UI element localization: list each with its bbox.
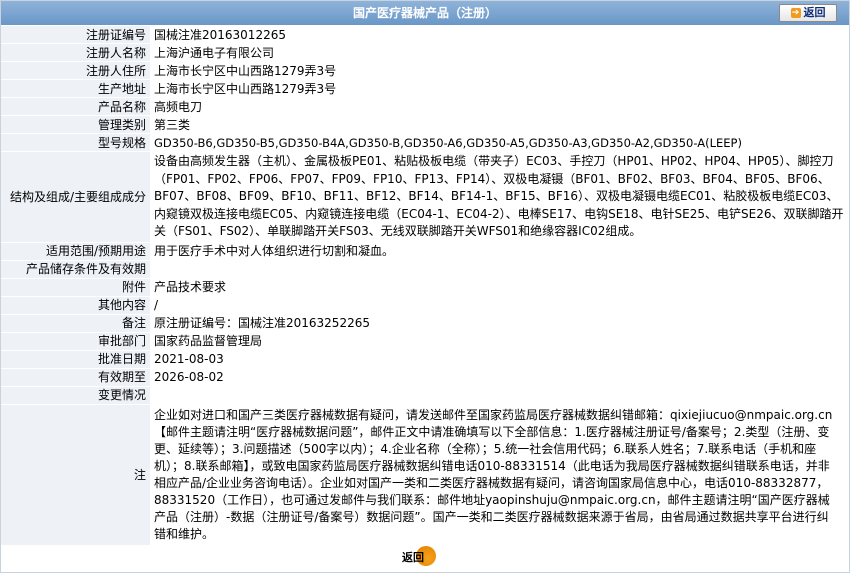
value-model: GD350-B6,GD350-B5,GD350-B4A,GD350-B,GD35… (150, 133, 849, 152)
label-production-address: 生产地址 (1, 79, 150, 98)
value-attachment: 产品技术要求 (150, 278, 849, 297)
value-approval-date: 2021-08-03 (150, 350, 849, 369)
value-storage (150, 260, 849, 279)
label-category: 管理类别 (1, 115, 150, 134)
detail-table: 注册证编号 国械注准20163012265 注册人名称 上海沪通电子有限公司 注册人… (1, 26, 849, 546)
back-button-bottom-label: 返回 (402, 551, 424, 564)
value-production-address: 上海市长宁区中山西路1279弄3号 (150, 79, 849, 98)
value-category: 第三类 (150, 115, 849, 134)
label-other: 其他内容 (1, 296, 150, 315)
label-approval-dept: 审批部门 (1, 332, 150, 351)
value-registrant: 上海沪通电子有限公司 (150, 43, 849, 62)
label-remark: 备注 (1, 314, 150, 333)
detail-panel: 国产医疗器械产品（注册） ➔ 返回 注册证编号 国械注准20163012265 注册… (0, 0, 850, 573)
value-registrant-address: 上海市长宁区中山西路1279弄3号 (150, 61, 849, 80)
label-storage: 产品储存条件及有效期 (1, 260, 150, 279)
label-structure: 结构及组成/主要组成成分 (1, 151, 150, 243)
label-valid-until: 有效期至 (1, 368, 150, 387)
note-cell: 企业如对进口和国产三类医疗器械数据有疑问，请发送邮件至国家药监局医疗器械数据纠错… (150, 404, 849, 546)
value-changes (150, 386, 849, 405)
arrow-right-icon: ➔ (790, 8, 801, 18)
label-attachment: 附件 (1, 278, 150, 297)
label-changes: 变更情况 (1, 386, 150, 405)
value-valid-until: 2026-08-02 (150, 368, 849, 387)
label-note: 注 (1, 404, 150, 546)
note-text: 企业如对进口和国产三类医疗器械数据有疑问，请发送邮件至国家药监局医疗器械数据纠错… (154, 407, 833, 541)
label-product-name: 产品名称 (1, 97, 150, 116)
value-other: / (150, 296, 849, 315)
page-title: 国产医疗器械产品（注册） (352, 6, 497, 20)
title-bar: 国产医疗器械产品（注册） ➔ 返回 (1, 1, 849, 26)
value-cert-no: 国械注准20163012265 (150, 26, 849, 44)
value-structure: 设备由高频发生器（主机）、金属极板PE01、粘贴极板电缆（带夹子）EC03、手控… (150, 151, 849, 243)
back-button-top-label: 返回 (803, 6, 826, 19)
value-approval-dept: 国家药品监督管理局 (150, 332, 849, 351)
value-intended-use: 用于医疗手术中对人体组织进行切割和凝血。 (150, 242, 849, 261)
label-model: 型号规格 (1, 133, 150, 152)
back-button-top[interactable]: ➔ 返回 (779, 4, 837, 22)
label-intended-use: 适用范围/预期用途 (1, 242, 150, 261)
label-cert-no: 注册证编号 (1, 26, 150, 44)
value-remark: 原注册证编号：国械注准20163252265 (150, 314, 849, 333)
label-approval-date: 批准日期 (1, 350, 150, 369)
label-registrant-address: 注册人住所 (1, 61, 150, 80)
value-product-name: 高频电刀 (150, 97, 849, 116)
back-button-bottom[interactable]: 返回 (402, 546, 438, 566)
label-registrant: 注册人名称 (1, 43, 150, 62)
